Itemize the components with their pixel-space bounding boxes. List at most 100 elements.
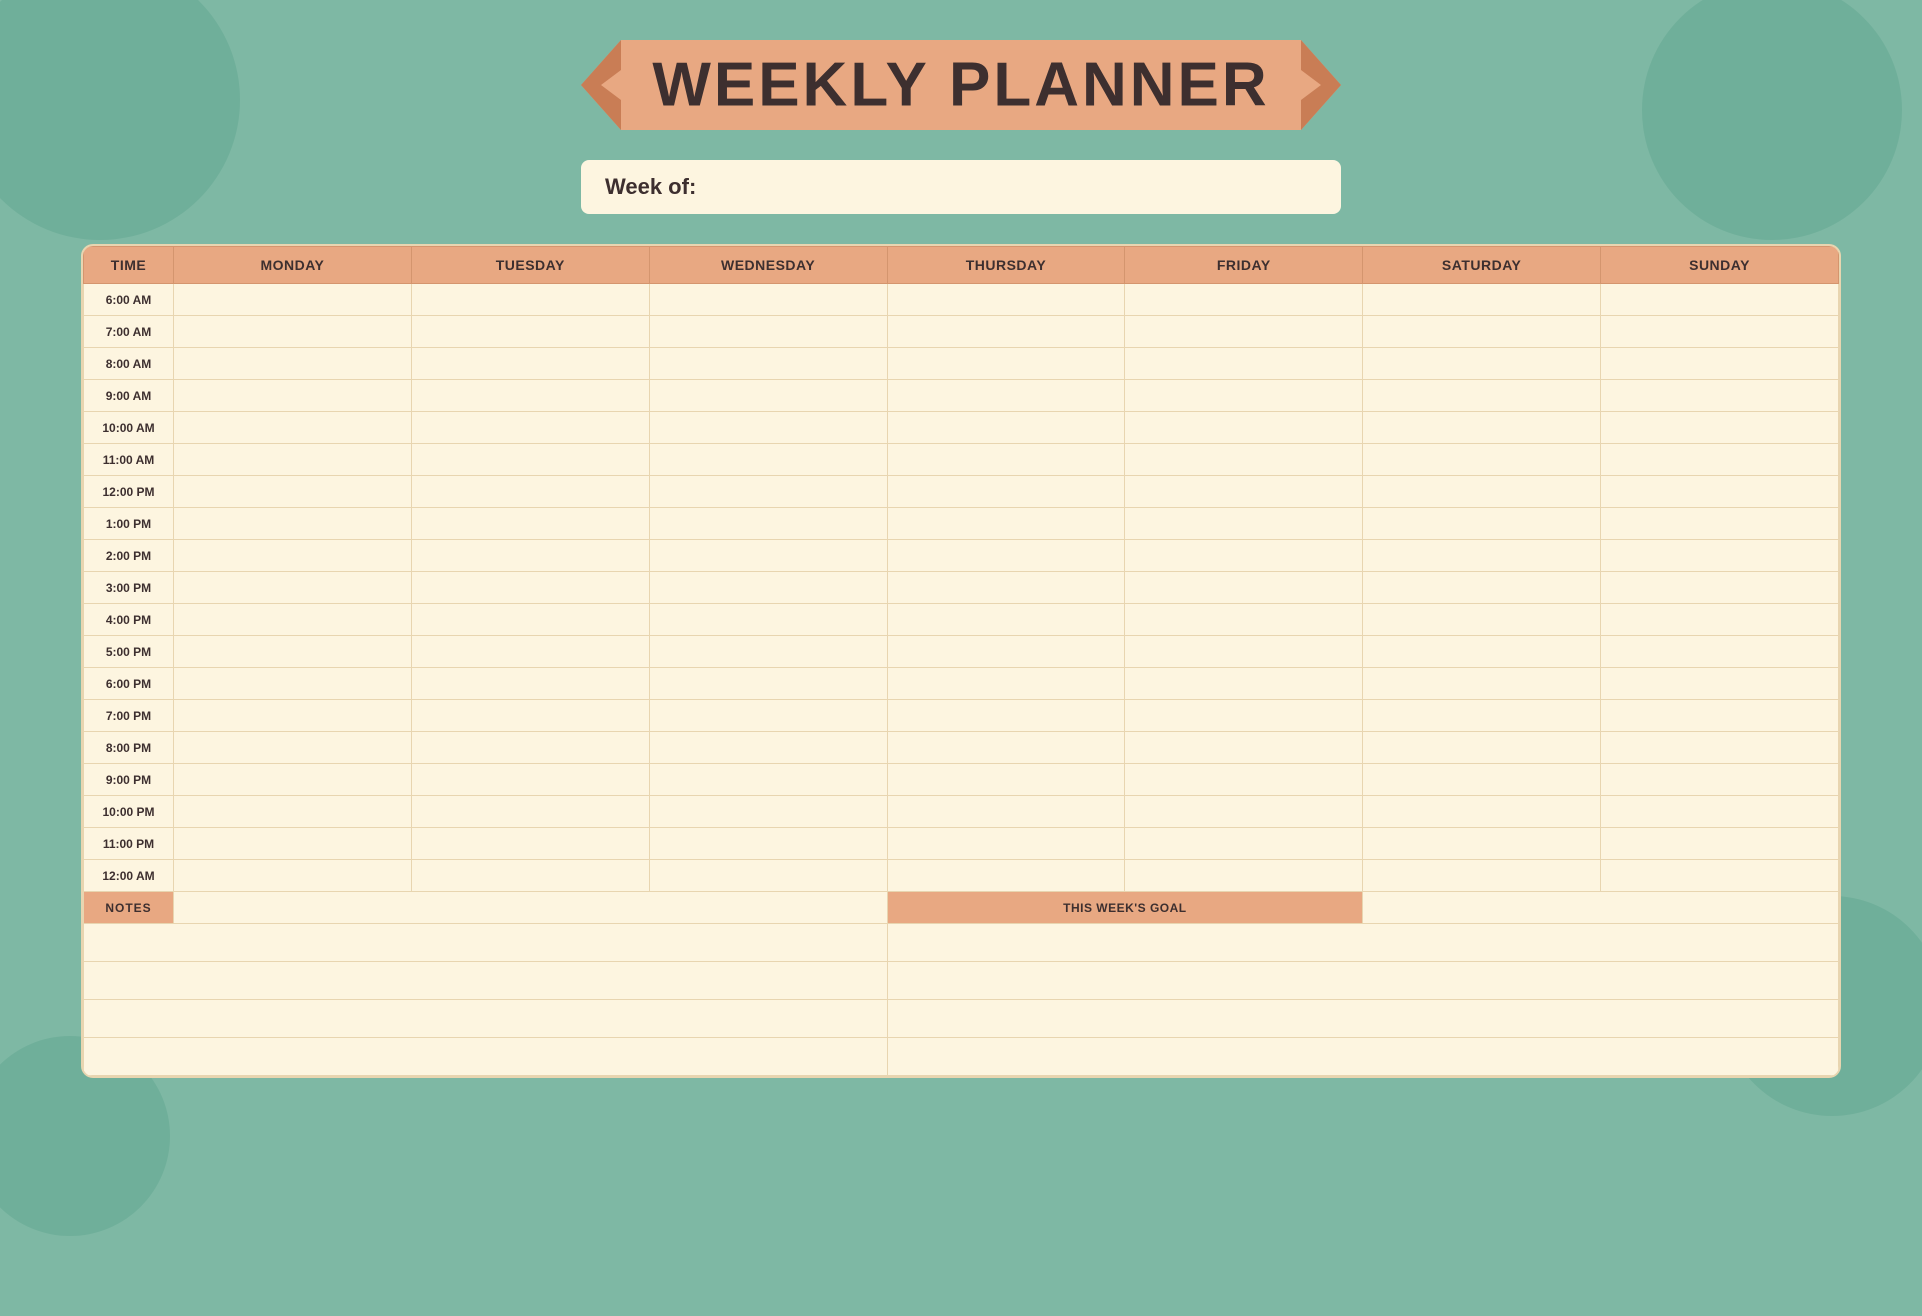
- data-cell-row10-col6[interactable]: [1601, 604, 1839, 636]
- data-cell-row16-col2[interactable]: [649, 796, 887, 828]
- data-cell-row14-col3[interactable]: [887, 732, 1125, 764]
- data-cell-row1-col4[interactable]: [1125, 316, 1363, 348]
- data-cell-row12-col4[interactable]: [1125, 668, 1363, 700]
- data-cell-row2-col2[interactable]: [649, 348, 887, 380]
- data-cell-row4-col0[interactable]: [174, 412, 412, 444]
- data-cell-row7-col0[interactable]: [174, 508, 412, 540]
- data-cell-row0-col6[interactable]: [1601, 284, 1839, 316]
- notes-area-top[interactable]: [174, 892, 888, 924]
- data-cell-row18-col3[interactable]: [887, 860, 1125, 892]
- data-cell-row1-col0[interactable]: [174, 316, 412, 348]
- data-cell-row11-col1[interactable]: [411, 636, 649, 668]
- data-cell-row14-col2[interactable]: [649, 732, 887, 764]
- data-cell-row15-col3[interactable]: [887, 764, 1125, 796]
- data-cell-row10-col5[interactable]: [1363, 604, 1601, 636]
- data-cell-row14-col0[interactable]: [174, 732, 412, 764]
- data-cell-row16-col4[interactable]: [1125, 796, 1363, 828]
- data-cell-row17-col2[interactable]: [649, 828, 887, 860]
- data-cell-row8-col5[interactable]: [1363, 540, 1601, 572]
- data-cell-row13-col3[interactable]: [887, 700, 1125, 732]
- data-cell-row12-col0[interactable]: [174, 668, 412, 700]
- data-cell-row12-col3[interactable]: [887, 668, 1125, 700]
- data-cell-row9-col0[interactable]: [174, 572, 412, 604]
- data-cell-row2-col6[interactable]: [1601, 348, 1839, 380]
- data-cell-row14-col5[interactable]: [1363, 732, 1601, 764]
- data-cell-row0-col3[interactable]: [887, 284, 1125, 316]
- data-cell-row16-col3[interactable]: [887, 796, 1125, 828]
- data-cell-row2-col4[interactable]: [1125, 348, 1363, 380]
- data-cell-row9-col2[interactable]: [649, 572, 887, 604]
- data-cell-row16-col0[interactable]: [174, 796, 412, 828]
- data-cell-row12-col6[interactable]: [1601, 668, 1839, 700]
- data-cell-row11-col0[interactable]: [174, 636, 412, 668]
- data-cell-row5-col2[interactable]: [649, 444, 887, 476]
- data-cell-row9-col3[interactable]: [887, 572, 1125, 604]
- data-cell-row11-col3[interactable]: [887, 636, 1125, 668]
- data-cell-row12-col2[interactable]: [649, 668, 887, 700]
- data-cell-row13-col4[interactable]: [1125, 700, 1363, 732]
- goal-row-4[interactable]: [887, 1038, 1838, 1076]
- data-cell-row3-col0[interactable]: [174, 380, 412, 412]
- data-cell-row8-col2[interactable]: [649, 540, 887, 572]
- data-cell-row7-col4[interactable]: [1125, 508, 1363, 540]
- data-cell-row3-col4[interactable]: [1125, 380, 1363, 412]
- data-cell-row5-col6[interactable]: [1601, 444, 1839, 476]
- data-cell-row15-col1[interactable]: [411, 764, 649, 796]
- data-cell-row1-col1[interactable]: [411, 316, 649, 348]
- data-cell-row4-col4[interactable]: [1125, 412, 1363, 444]
- data-cell-row10-col0[interactable]: [174, 604, 412, 636]
- data-cell-row15-col0[interactable]: [174, 764, 412, 796]
- data-cell-row17-col3[interactable]: [887, 828, 1125, 860]
- data-cell-row18-col6[interactable]: [1601, 860, 1839, 892]
- data-cell-row7-col5[interactable]: [1363, 508, 1601, 540]
- data-cell-row18-col1[interactable]: [411, 860, 649, 892]
- data-cell-row2-col3[interactable]: [887, 348, 1125, 380]
- data-cell-row13-col6[interactable]: [1601, 700, 1839, 732]
- data-cell-row6-col2[interactable]: [649, 476, 887, 508]
- data-cell-row9-col5[interactable]: [1363, 572, 1601, 604]
- data-cell-row12-col1[interactable]: [411, 668, 649, 700]
- data-cell-row17-col0[interactable]: [174, 828, 412, 860]
- goal-area-top[interactable]: [1363, 892, 1839, 924]
- data-cell-row2-col1[interactable]: [411, 348, 649, 380]
- goal-row-2[interactable]: [887, 962, 1838, 1000]
- data-cell-row4-col3[interactable]: [887, 412, 1125, 444]
- data-cell-row14-col4[interactable]: [1125, 732, 1363, 764]
- data-cell-row4-col2[interactable]: [649, 412, 887, 444]
- data-cell-row14-col6[interactable]: [1601, 732, 1839, 764]
- data-cell-row7-col3[interactable]: [887, 508, 1125, 540]
- data-cell-row9-col1[interactable]: [411, 572, 649, 604]
- data-cell-row12-col5[interactable]: [1363, 668, 1601, 700]
- data-cell-row6-col3[interactable]: [887, 476, 1125, 508]
- data-cell-row8-col0[interactable]: [174, 540, 412, 572]
- data-cell-row18-col4[interactable]: [1125, 860, 1363, 892]
- data-cell-row17-col1[interactable]: [411, 828, 649, 860]
- data-cell-row1-col6[interactable]: [1601, 316, 1839, 348]
- data-cell-row15-col2[interactable]: [649, 764, 887, 796]
- data-cell-row5-col5[interactable]: [1363, 444, 1601, 476]
- data-cell-row0-col0[interactable]: [174, 284, 412, 316]
- data-cell-row7-col2[interactable]: [649, 508, 887, 540]
- data-cell-row6-col4[interactable]: [1125, 476, 1363, 508]
- data-cell-row4-col6[interactable]: [1601, 412, 1839, 444]
- notes-row-4[interactable]: [84, 1038, 888, 1076]
- data-cell-row8-col4[interactable]: [1125, 540, 1363, 572]
- data-cell-row5-col0[interactable]: [174, 444, 412, 476]
- data-cell-row4-col1[interactable]: [411, 412, 649, 444]
- data-cell-row3-col6[interactable]: [1601, 380, 1839, 412]
- data-cell-row17-col5[interactable]: [1363, 828, 1601, 860]
- data-cell-row14-col1[interactable]: [411, 732, 649, 764]
- data-cell-row10-col3[interactable]: [887, 604, 1125, 636]
- data-cell-row3-col5[interactable]: [1363, 380, 1601, 412]
- data-cell-row0-col1[interactable]: [411, 284, 649, 316]
- data-cell-row11-col6[interactable]: [1601, 636, 1839, 668]
- data-cell-row18-col0[interactable]: [174, 860, 412, 892]
- data-cell-row7-col1[interactable]: [411, 508, 649, 540]
- data-cell-row10-col2[interactable]: [649, 604, 887, 636]
- data-cell-row2-col0[interactable]: [174, 348, 412, 380]
- notes-row-2[interactable]: [84, 962, 888, 1000]
- data-cell-row6-col6[interactable]: [1601, 476, 1839, 508]
- data-cell-row5-col1[interactable]: [411, 444, 649, 476]
- data-cell-row15-col5[interactable]: [1363, 764, 1601, 796]
- data-cell-row8-col3[interactable]: [887, 540, 1125, 572]
